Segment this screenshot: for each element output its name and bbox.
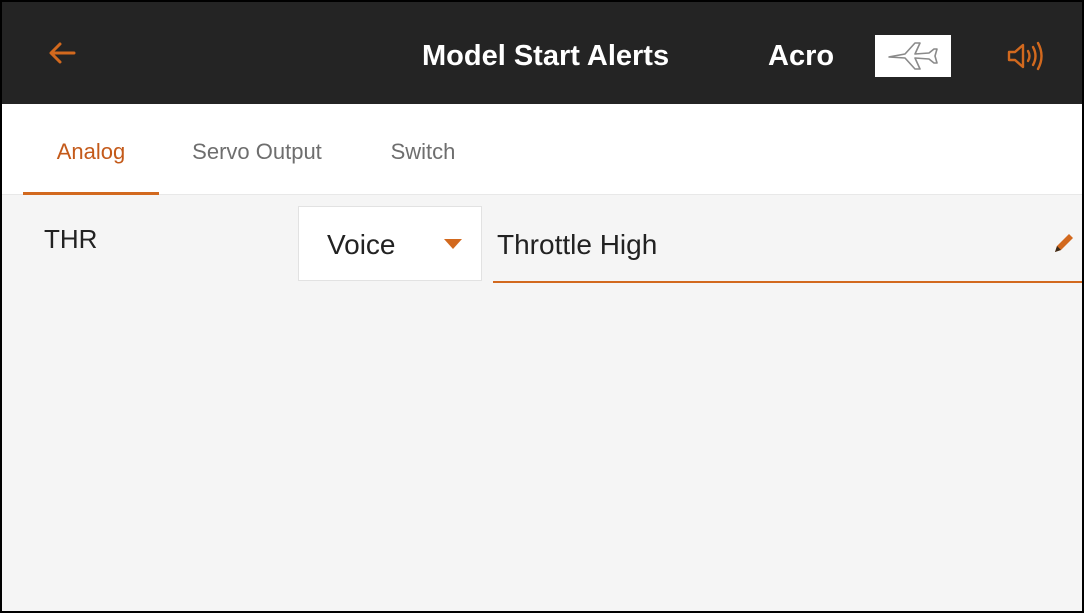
app-screen: Model Start Alerts Acro Analog Servo Out… [0, 0, 1084, 613]
pencil-icon[interactable] [1049, 228, 1079, 258]
tab-switch[interactable]: Switch [374, 104, 472, 194]
alert-text-value: Throttle High [497, 229, 658, 260]
model-name: Acro [768, 40, 835, 72]
speaker-volume-icon [1007, 41, 1043, 71]
caret-down-icon [444, 239, 462, 249]
model-type-badge [875, 35, 951, 77]
back-button[interactable] [40, 33, 84, 73]
channel-label: THR [44, 224, 98, 254]
tab-analog[interactable]: Analog [23, 104, 159, 194]
active-tab-indicator [23, 192, 159, 195]
alert-text-field[interactable]: Throttle High [493, 206, 1082, 283]
text-field-underline [493, 281, 1082, 283]
alert-type-value: Voice [327, 229, 396, 260]
airplane-icon [888, 42, 938, 70]
header-bar: Model Start Alerts Acro [2, 2, 1082, 104]
tab-bar: Analog Servo Output Switch [2, 104, 1082, 195]
page-title: Model Start Alerts [422, 40, 670, 72]
audio-button[interactable] [1000, 34, 1050, 78]
arrow-left-icon [49, 42, 76, 64]
tab-servo-output[interactable]: Servo Output [174, 104, 340, 194]
alert-type-dropdown[interactable]: Voice [298, 206, 482, 281]
